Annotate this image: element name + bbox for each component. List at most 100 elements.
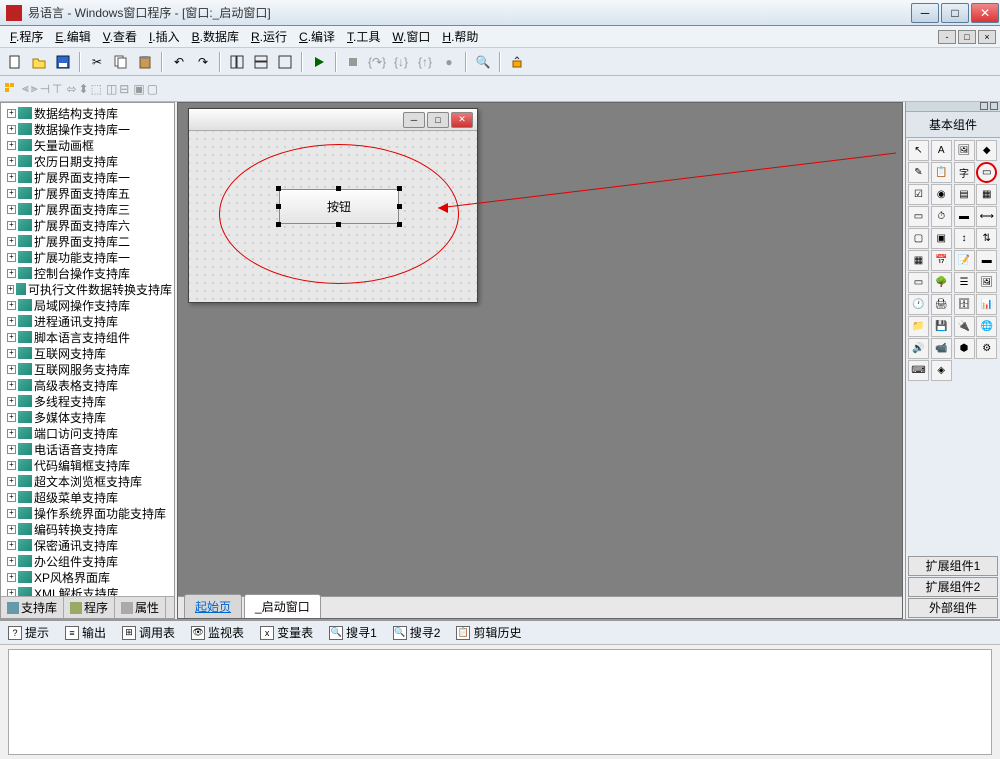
expand-icon[interactable]: + — [7, 333, 16, 342]
tree-item[interactable]: +操作系统界面功能支持库 — [3, 505, 172, 521]
tree-item[interactable]: +端口访问支持库 — [3, 425, 172, 441]
close-button[interactable]: ✕ — [971, 3, 999, 23]
tree-item[interactable]: +办公组件支持库 — [3, 553, 172, 569]
menu-insert[interactable]: I.插入 — [143, 26, 186, 47]
misc-tool[interactable]: ◈ — [931, 360, 952, 381]
selection-handle[interactable] — [336, 186, 341, 191]
printer-tool[interactable]: 🖨 — [931, 294, 952, 315]
selection-handle[interactable] — [397, 222, 402, 227]
expand-icon[interactable]: + — [7, 541, 16, 550]
tree-item[interactable]: +保密通讯支持库 — [3, 537, 172, 553]
combobox-tool[interactable]: ▦ — [976, 184, 997, 205]
align-left-button[interactable]: ⫷ — [22, 81, 29, 96]
tree-item[interactable]: +XML解析支持库 — [3, 585, 172, 596]
expand-icon[interactable]: + — [7, 429, 16, 438]
grid-tool[interactable]: ▦ — [908, 250, 929, 271]
radio-tool[interactable]: ◉ — [931, 184, 952, 205]
shape-tool[interactable]: ◆ — [976, 140, 997, 161]
tree-item[interactable]: +控制台操作支持库 — [3, 265, 172, 281]
layout1-button[interactable] — [226, 51, 248, 73]
tab-properties[interactable]: 属性 — [115, 597, 166, 618]
video-tool[interactable]: 📹 — [931, 338, 952, 359]
expand-icon[interactable]: + — [7, 573, 16, 582]
center-v-button[interactable]: ⊟ — [119, 82, 129, 96]
expand-icon[interactable]: + — [7, 237, 16, 246]
external-components-button[interactable]: 外部组件 — [908, 598, 998, 618]
tree-item[interactable]: +扩展界面支持库一 — [3, 169, 172, 185]
tree-item[interactable]: +局域网操作支持库 — [3, 297, 172, 313]
sound-tool[interactable]: 🔊 — [908, 338, 929, 359]
ole-tool[interactable]: ⬢ — [954, 338, 975, 359]
timer-tool[interactable]: ⏱ — [931, 206, 952, 227]
layout3-button[interactable] — [274, 51, 296, 73]
redo-button[interactable]: ↷ — [192, 51, 214, 73]
expand-icon[interactable]: + — [7, 125, 16, 134]
menu-view[interactable]: V.查看 — [97, 26, 143, 47]
imagelist-tool[interactable]: 🖼 — [976, 272, 997, 293]
expand-icon[interactable]: + — [7, 493, 16, 502]
close-panel-icon[interactable] — [990, 102, 998, 110]
selection-handle[interactable] — [397, 186, 402, 191]
clipboard-tool[interactable]: 📋 — [931, 162, 952, 183]
align-center-h-button[interactable]: ⫸ — [31, 81, 38, 96]
open-button[interactable] — [28, 51, 50, 73]
find-button[interactable]: 🔍 — [472, 51, 494, 73]
expand-icon[interactable]: + — [7, 189, 16, 198]
scrollbar-tool[interactable]: ↕ — [954, 228, 975, 249]
tree-item[interactable]: +扩展界面支持库三 — [3, 201, 172, 217]
pin-icon[interactable] — [980, 102, 988, 110]
chart-tool[interactable]: 📊 — [976, 294, 997, 315]
tree-item[interactable]: +电话语音支持库 — [3, 441, 172, 457]
tab-search1[interactable]: 🔍搜寻1 — [325, 622, 381, 643]
menu-compile[interactable]: C.编译 — [293, 26, 341, 47]
drive-tool[interactable]: 💾 — [931, 316, 952, 337]
text-tool[interactable]: 字 — [954, 162, 975, 183]
activex-tool[interactable]: ⚙ — [976, 338, 997, 359]
tab-variables[interactable]: x变量表 — [256, 622, 317, 643]
same-width-button[interactable]: ⬄ — [66, 82, 76, 96]
network-tool[interactable]: 🌐 — [976, 316, 997, 337]
tab-support-lib[interactable]: 支持库 — [1, 597, 64, 618]
mdi-restore-button[interactable]: □ — [958, 30, 976, 44]
tree-item[interactable]: +矢量动画框 — [3, 137, 172, 153]
menu-run[interactable]: R.运行 — [245, 26, 293, 47]
tree-item[interactable]: +多线程支持库 — [3, 393, 172, 409]
expand-icon[interactable]: + — [7, 397, 16, 406]
minimize-button[interactable]: ─ — [911, 3, 939, 23]
tree-item[interactable]: +农历日期支持库 — [3, 153, 172, 169]
align-top-button[interactable]: ⊤ — [52, 82, 62, 96]
pointer-tool[interactable]: ↖ — [908, 140, 929, 161]
expand-icon[interactable]: + — [7, 173, 16, 182]
listview-tool[interactable]: ☰ — [954, 272, 975, 293]
listbox-tool[interactable]: ▤ — [954, 184, 975, 205]
expand-icon[interactable]: + — [7, 253, 16, 262]
undo-button[interactable]: ↶ — [168, 51, 190, 73]
align-right-button[interactable]: ⊣ — [40, 82, 50, 96]
expand-icon[interactable]: + — [7, 557, 16, 566]
edit-tool[interactable]: ✎ — [908, 162, 929, 183]
expand-icon[interactable]: + — [7, 317, 16, 326]
expand-icon[interactable]: + — [7, 109, 16, 118]
tree-item[interactable]: +数据操作支持库一 — [3, 121, 172, 137]
step-into-button[interactable]: {↓} — [390, 51, 412, 73]
form-maximize-button[interactable]: □ — [427, 112, 449, 128]
richedit-tool[interactable]: 📝 — [954, 250, 975, 271]
expand-icon[interactable]: + — [7, 221, 16, 230]
save-button[interactable] — [52, 51, 74, 73]
form-minimize-button[interactable]: ─ — [403, 112, 425, 128]
tree-item[interactable]: +可执行文件数据转换支持库 — [3, 281, 172, 297]
file-tool[interactable]: 📁 — [908, 316, 929, 337]
menu-database[interactable]: B.数据库 — [186, 26, 245, 47]
tab-program[interactable]: 程序 — [64, 597, 115, 618]
statusbar-tool[interactable]: ▭ — [908, 272, 929, 293]
tree-item[interactable]: +扩展界面支持库五 — [3, 185, 172, 201]
step-out-button[interactable]: {↑} — [414, 51, 436, 73]
selection-handle[interactable] — [336, 222, 341, 227]
cut-button[interactable]: ✂ — [86, 51, 108, 73]
library-tree[interactable]: +数据结构支持库+数据操作支持库一+矢量动画框+农历日期支持库+扩展界面支持库一… — [1, 103, 174, 596]
tree-item[interactable]: +超级菜单支持库 — [3, 489, 172, 505]
output-content[interactable] — [8, 649, 992, 755]
form-close-button[interactable]: ✕ — [451, 112, 473, 128]
hotkey-tool[interactable]: ⌨ — [908, 360, 929, 381]
expand-icon[interactable]: + — [7, 413, 16, 422]
